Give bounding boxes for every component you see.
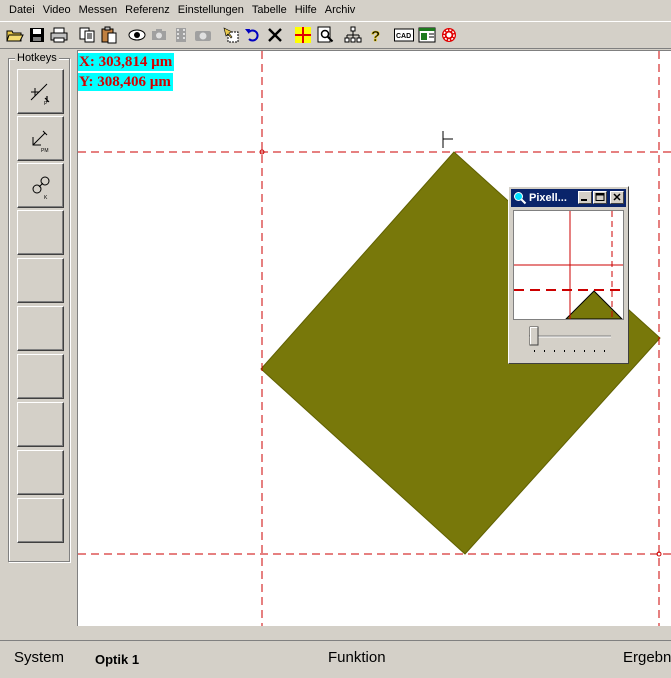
status-system: System [14, 649, 65, 666]
hotkey-button-6[interactable] [17, 306, 64, 351]
paste-button[interactable] [98, 25, 119, 46]
hotkey-button-4[interactable] [17, 210, 64, 255]
menu-referenz[interactable]: Referenz [121, 0, 174, 20]
menu-messen[interactable]: Messen [75, 0, 122, 20]
delete-button[interactable] [264, 25, 285, 46]
line-measure-icon: PM [32, 130, 49, 153]
toolbar: ? CAD [0, 21, 671, 49]
film-button[interactable] [170, 25, 191, 46]
status-optik: Optik 1 [95, 652, 140, 667]
zoom-slider-track [529, 326, 611, 352]
hotkey-button-5[interactable] [17, 258, 64, 303]
svg-text:?: ? [371, 28, 380, 44]
zoom-button[interactable] [314, 25, 335, 46]
zoom-icon [317, 26, 333, 43]
x-coordinate-readout: X: 303,814 µm [78, 53, 175, 71]
hotkey-button-1[interactable]: P [17, 69, 64, 114]
y-coordinate-readout: Y: 308,406 µm [78, 73, 173, 91]
hotkey-button-7[interactable] [17, 354, 64, 399]
hotkey-button-3[interactable]: K [17, 163, 64, 208]
magnifier-icon [514, 192, 527, 205]
select-icon [223, 27, 238, 43]
pixel-zoom-window[interactable]: Pixell... [508, 186, 629, 364]
eye-icon [128, 29, 145, 41]
hotkeys-title: Hotkeys [15, 52, 59, 65]
gear-button[interactable] [438, 25, 459, 46]
open-button[interactable] [4, 25, 25, 46]
select-button[interactable] [220, 25, 241, 46]
print-button[interactable] [48, 25, 69, 46]
tree-icon [344, 26, 361, 43]
circle-link-icon: K [32, 176, 49, 200]
menu-video[interactable]: Video [39, 0, 75, 20]
point-measure-icon: P [30, 83, 49, 106]
hotkey-button-2[interactable]: PM [17, 116, 64, 161]
undo-button[interactable] [242, 25, 263, 46]
help-icon: ? [370, 28, 380, 44]
pixel-zoom-drawing [514, 211, 623, 319]
print-icon [50, 27, 67, 43]
film-icon [175, 28, 186, 42]
eye-button[interactable] [126, 25, 147, 46]
excel-button[interactable] [416, 25, 437, 46]
cad-icon: CAD [393, 28, 414, 42]
pixel-zoom-view [513, 210, 624, 320]
tree-button[interactable] [342, 25, 363, 46]
status-ergebnis: Ergebn [623, 649, 671, 666]
menu-hilfe[interactable]: Hilfe [291, 0, 321, 20]
menu-archiv[interactable]: Archiv [321, 0, 360, 20]
camera2-button[interactable] [192, 25, 213, 46]
crosshair-icon [294, 27, 311, 43]
maximize-icon [595, 193, 605, 201]
save-icon [29, 28, 44, 42]
menu-datei[interactable]: Datei [0, 0, 39, 20]
copy-button[interactable] [76, 25, 97, 46]
crosshair-button[interactable] [292, 25, 313, 46]
open-icon [5, 30, 24, 42]
status-bar: System Optik 1 Funktion Ergebn [0, 640, 671, 678]
svg-text:CAD: CAD [396, 33, 411, 40]
minimize-icon [581, 199, 587, 201]
menu-bar: Datei Video Messen Referenz Einstellunge… [0, 0, 671, 20]
minimize-button[interactable] [578, 191, 592, 204]
copy-icon [79, 27, 94, 43]
help-button[interactable]: ? [364, 25, 385, 46]
gear-icon [441, 28, 456, 42]
svg-text:K: K [44, 195, 48, 200]
menu-tabelle[interactable]: Tabelle [248, 0, 291, 20]
save-button[interactable] [26, 25, 47, 46]
zoom-slider[interactable] [513, 323, 624, 359]
hotkey-button-9[interactable] [17, 450, 64, 495]
svg-text:PM: PM [41, 148, 49, 153]
hotkey-button-8[interactable] [17, 402, 64, 447]
camera-button[interactable] [148, 25, 169, 46]
camera2-icon [194, 31, 211, 41]
delete-icon [267, 28, 282, 42]
hotkey-button-10[interactable] [17, 498, 64, 543]
crosshair-cursor [442, 131, 453, 148]
pixel-window-titlebar[interactable]: Pixell... [511, 189, 626, 207]
menu-einstellungen[interactable]: Einstellungen [174, 0, 248, 20]
maximize-button[interactable] [593, 191, 607, 204]
hotkeys-panel: Hotkeys P PM K [8, 52, 70, 562]
paste-icon [101, 26, 116, 44]
close-button[interactable] [610, 191, 624, 204]
undo-icon [244, 29, 258, 42]
pixel-window-title: Pixell... [529, 192, 567, 204]
status-funktion: Funktion [328, 649, 386, 666]
camera-icon [151, 29, 166, 40]
cad-button[interactable]: CAD [392, 25, 415, 46]
excel-icon [418, 27, 435, 43]
close-icon [613, 193, 621, 201]
